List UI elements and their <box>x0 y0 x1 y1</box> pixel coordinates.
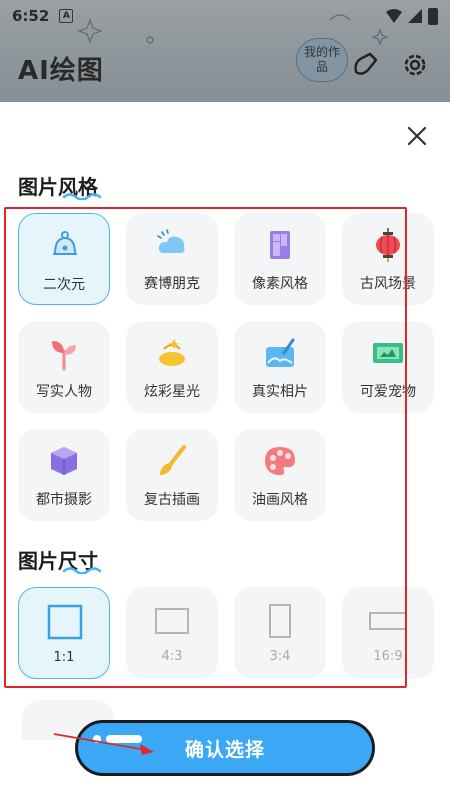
highlight-annotation-box <box>4 207 407 688</box>
confirm-button-label: 确认选择 <box>184 738 265 761</box>
close-icon[interactable] <box>403 122 431 150</box>
red-arrow-annotation <box>53 733 154 755</box>
title-squiggle-decoration <box>62 193 102 200</box>
modal-dim-overlay <box>0 0 450 110</box>
